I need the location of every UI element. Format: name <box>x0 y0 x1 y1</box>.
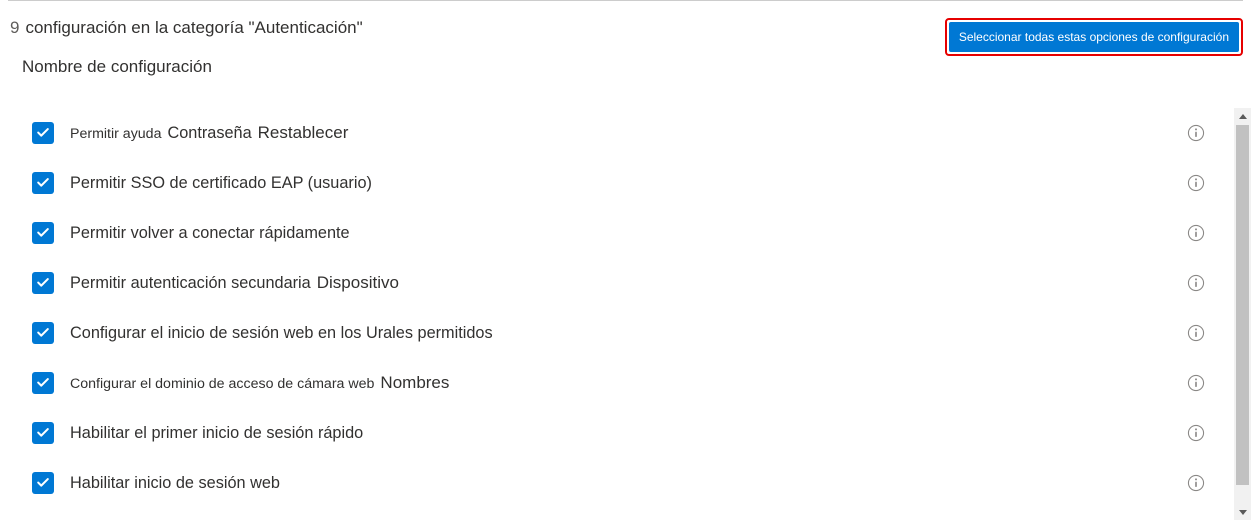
scroll-up-button[interactable] <box>1234 108 1251 125</box>
scroll-thumb[interactable] <box>1236 125 1249 485</box>
setting-label-segment: Permitir SSO de certificado EAP (usuario… <box>70 174 372 193</box>
select-all-highlight: Seleccionar todas estas opciones de conf… <box>945 18 1243 56</box>
setting-label: Habilitar inicio de sesión web <box>70 474 1187 493</box>
info-icon[interactable] <box>1187 174 1205 192</box>
setting-row[interactable]: Permitir ayuda Contraseña Restablecer <box>14 108 1227 158</box>
info-icon[interactable] <box>1187 124 1205 142</box>
setting-label-segment: Configurar el dominio de acceso de cámar… <box>70 376 374 392</box>
setting-label-segment: Contraseña <box>167 124 251 143</box>
checkbox[interactable] <box>32 422 54 444</box>
setting-label: Permitir ayuda Contraseña Restablecer <box>70 123 1187 143</box>
checkbox[interactable] <box>32 272 54 294</box>
setting-label-segment: Habilitar inicio de sesión web <box>70 474 280 493</box>
setting-label: Configurar el inicio de sesión web en lo… <box>70 324 1187 343</box>
checkbox[interactable] <box>32 222 54 244</box>
info-icon[interactable] <box>1187 424 1205 442</box>
info-icon[interactable] <box>1187 324 1205 342</box>
settings-list: Permitir ayudaContraseñaRestablecerPermi… <box>14 108 1227 520</box>
setting-label: Permitir SSO de certificado EAP (usuario… <box>70 174 1187 193</box>
setting-label-segment: Nombres <box>380 373 449 393</box>
setting-row[interactable]: Configurar el dominio de acceso de cámar… <box>14 358 1227 408</box>
setting-label-segment: Permitir volver a conectar rápidamente <box>70 224 350 243</box>
setting-label: Permitir autenticación secundaria Disposi… <box>70 273 1187 293</box>
setting-label-segment: Permitir ayuda <box>70 126 161 142</box>
setting-row[interactable]: Permitir SSO de certificado EAP (usuario… <box>14 158 1227 208</box>
setting-label-segment: Permitir autenticación secundaria <box>70 274 311 293</box>
setting-label-segment: Dispositivo <box>317 273 399 293</box>
checkbox[interactable] <box>32 372 54 394</box>
setting-row[interactable]: Permitir autenticación secundaria Disposi… <box>14 258 1227 308</box>
info-icon[interactable] <box>1187 274 1205 292</box>
checkbox[interactable] <box>32 472 54 494</box>
setting-row[interactable]: Permitir volver a conectar rápidamente <box>14 208 1227 258</box>
info-icon[interactable] <box>1187 374 1205 392</box>
setting-label-segment: Restablecer <box>258 123 349 143</box>
select-all-button[interactable]: Seleccionar todas estas opciones de conf… <box>949 22 1239 52</box>
setting-row[interactable]: Configurar el inicio de sesión web en lo… <box>14 308 1227 358</box>
setting-row[interactable]: Habilitar el primer inicio de sesión ráp… <box>14 408 1227 458</box>
setting-label-segment: Habilitar el primer inicio de sesión ráp… <box>70 424 363 443</box>
scroll-down-button[interactable] <box>1234 503 1251 520</box>
info-icon[interactable] <box>1187 474 1205 492</box>
setting-label: Permitir volver a conectar rápidamente <box>70 224 1187 243</box>
checkbox[interactable] <box>32 122 54 144</box>
setting-label: Configurar el dominio de acceso de cámar… <box>70 373 1187 393</box>
checkbox[interactable] <box>32 172 54 194</box>
info-icon[interactable] <box>1187 224 1205 242</box>
settings-count: 9 <box>10 15 19 41</box>
setting-row[interactable]: Habilitar inicio de sesión web <box>14 458 1227 508</box>
setting-label: Habilitar el primer inicio de sesión ráp… <box>70 424 1187 443</box>
scrollbar[interactable] <box>1234 108 1251 520</box>
page-title: configuración en la categoría "Autentica… <box>25 15 362 41</box>
setting-label-segment: Configurar el inicio de sesión web en lo… <box>70 324 493 343</box>
checkbox[interactable] <box>32 322 54 344</box>
